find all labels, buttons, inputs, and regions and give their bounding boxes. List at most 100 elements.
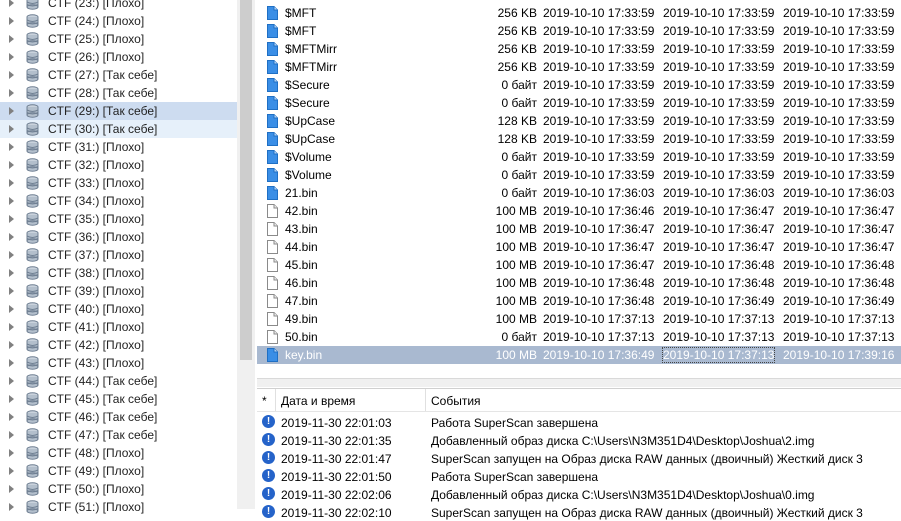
file-row[interactable]: 47.bin 100 MB 2019-10-10 17:36:48 2019-10-1… [257, 292, 901, 310]
tree-item-label: CTF (39:) [Плохо] [48, 284, 145, 298]
tree-item[interactable]: CTF (29:) [Так себе] [0, 102, 237, 120]
tree-item-label: CTF (25:) [Плохо] [48, 32, 145, 46]
tree-item[interactable]: CTF (25:) [Плохо] [0, 30, 237, 48]
expand-arrow-icon[interactable] [9, 305, 14, 313]
tree-item[interactable]: CTF (44:) [Так себе] [0, 372, 237, 390]
log-header-event[interactable]: События [431, 394, 481, 408]
tree-item[interactable]: CTF (42:) [Плохо] [0, 336, 237, 354]
file-row[interactable]: $Secure 0 байт 2019-10-10 17:33:59 2019-10-… [257, 76, 901, 94]
log-row[interactable]: ! 2019-11-30 22:01:47 SuperScan запущен на… [257, 449, 901, 467]
tree-item[interactable]: CTF (36:) [Плохо] [0, 228, 237, 246]
file-row[interactable]: $Volume 0 байт 2019-10-10 17:33:59 2019-10-… [257, 166, 901, 184]
tree-item[interactable]: CTF (23:) [Плохо] [0, 0, 237, 12]
expand-arrow-icon[interactable] [9, 71, 14, 79]
tree-item[interactable]: CTF (26:) [Плохо] [0, 48, 237, 66]
tree-item[interactable]: CTF (33:) [Плохо] [0, 174, 237, 192]
tree-item[interactable]: CTF (41:) [Плохо] [0, 318, 237, 336]
tree-item[interactable]: CTF (50:) [Плохо] [0, 480, 237, 498]
log-header-time[interactable]: Дата и время [281, 394, 355, 408]
pane-splitter[interactable] [257, 378, 901, 387]
expand-arrow-icon[interactable] [9, 53, 14, 61]
expand-arrow-icon[interactable] [9, 179, 14, 187]
file-row[interactable]: 42.bin 100 MB 2019-10-10 17:36:46 2019-10-1… [257, 202, 901, 220]
file-accessed: 2019-10-10 17:33:59 [783, 24, 895, 38]
file-modified: 2019-10-10 17:37:13 [663, 312, 775, 326]
disk-icon [26, 320, 39, 334]
file-row[interactable]: $UpCase 128 KB 2019-10-10 17:33:59 2019-10-… [257, 112, 901, 130]
tree-item-label: CTF (33:) [Плохо] [48, 176, 145, 190]
expand-arrow-icon[interactable] [9, 107, 14, 115]
log-row[interactable]: ! 2019-11-30 22:01:35 Добавленный образ ди… [257, 431, 901, 449]
expand-arrow-icon[interactable] [9, 35, 14, 43]
file-size: 100 MB [495, 348, 537, 362]
tree-item[interactable]: CTF (47:) [Так себе] [0, 426, 237, 444]
expand-arrow-icon[interactable] [9, 377, 14, 385]
tree-item[interactable]: CTF (45:) [Так себе] [0, 390, 237, 408]
file-row[interactable]: $MFT 256 KB 2019-10-10 17:33:59 2019-10-10 … [257, 22, 901, 40]
tree-item[interactable]: CTF (40:) [Плохо] [0, 300, 237, 318]
expand-arrow-icon[interactable] [9, 341, 14, 349]
file-row[interactable]: key.bin 100 MB 2019-10-10 17:36:49 2019-10-… [257, 346, 901, 364]
log-row[interactable]: ! 2019-11-30 22:02:10 SuperScan запущен на… [257, 503, 901, 521]
file-name: 44.bin [285, 240, 318, 254]
expand-arrow-icon[interactable] [9, 413, 14, 421]
disk-icon [26, 356, 39, 370]
expand-arrow-icon[interactable] [9, 431, 14, 439]
file-row[interactable]: $MFTMirr 256 KB 2019-10-10 17:33:59 2019-10… [257, 58, 901, 76]
expand-arrow-icon[interactable] [9, 233, 14, 241]
file-row[interactable]: $Volume 0 байт 2019-10-10 17:33:59 2019-10-… [257, 148, 901, 166]
file-row[interactable]: $UpCase 128 KB 2019-10-10 17:33:59 2019-10-… [257, 130, 901, 148]
log-header-marker[interactable]: * [262, 394, 267, 408]
expand-arrow-icon[interactable] [9, 395, 14, 403]
tree-scrollbar[interactable] [237, 0, 255, 509]
file-row[interactable]: 45.bin 100 MB 2019-10-10 17:36:47 2019-10-1… [257, 256, 901, 274]
tree-item[interactable]: CTF (49:) [Плохо] [0, 462, 237, 480]
tree-item[interactable]: CTF (30:) [Так себе] [0, 120, 237, 138]
file-row[interactable]: 21.bin 0 байт 2019-10-10 17:36:03 2019-10-1… [257, 184, 901, 202]
tree-item[interactable]: CTF (39:) [Плохо] [0, 282, 237, 300]
expand-arrow-icon[interactable] [9, 215, 14, 223]
expand-arrow-icon[interactable] [9, 161, 14, 169]
file-row[interactable]: $MFT 256 KB 2019-10-10 17:33:59 2019-10-10 … [257, 4, 901, 22]
tree-item[interactable]: CTF (32:) [Плохо] [0, 156, 237, 174]
file-row[interactable]: 49.bin 100 MB 2019-10-10 17:37:13 2019-10-1… [257, 310, 901, 328]
expand-arrow-icon[interactable] [9, 17, 14, 25]
tree-item[interactable]: CTF (43:) [Плохо] [0, 354, 237, 372]
expand-arrow-icon[interactable] [9, 251, 14, 259]
file-row[interactable]: 44.bin 100 MB 2019-10-10 17:36:47 2019-10-1… [257, 238, 901, 256]
tree-item[interactable]: CTF (37:) [Плохо] [0, 246, 237, 264]
tree-item[interactable]: CTF (24:) [Плохо] [0, 12, 237, 30]
expand-arrow-icon[interactable] [9, 0, 14, 7]
file-row[interactable]: 46.bin 100 MB 2019-10-10 17:36:48 2019-10-1… [257, 274, 901, 292]
expand-arrow-icon[interactable] [9, 503, 14, 511]
expand-arrow-icon[interactable] [9, 89, 14, 97]
tree-item[interactable]: CTF (28:) [Так себе] [0, 84, 237, 102]
file-row[interactable]: 50.bin 0 байт 2019-10-10 17:37:13 2019-10-1… [257, 328, 901, 346]
tree-item[interactable]: CTF (46:) [Так себе] [0, 408, 237, 426]
tree-item[interactable]: CTF (27:) [Так себе] [0, 66, 237, 84]
log-row[interactable]: ! 2019-11-30 22:01:50 Работа SuperScan зав… [257, 467, 901, 485]
expand-arrow-icon[interactable] [9, 269, 14, 277]
expand-arrow-icon[interactable] [9, 143, 14, 151]
expand-arrow-icon[interactable] [9, 449, 14, 457]
tree-item[interactable]: CTF (51:) [Плохо] [0, 498, 237, 516]
expand-arrow-icon[interactable] [9, 197, 14, 205]
tree-scrollbar-thumb[interactable] [240, 0, 252, 360]
expand-arrow-icon[interactable] [9, 125, 14, 133]
log-row[interactable]: ! 2019-11-30 22:02:06 Добавленный образ ди… [257, 485, 901, 503]
tree-item[interactable]: CTF (48:) [Плохо] [0, 444, 237, 462]
file-row[interactable]: $Secure 0 байт 2019-10-10 17:33:59 2019-10-… [257, 94, 901, 112]
tree-item[interactable]: CTF (31:) [Плохо] [0, 138, 237, 156]
tree-item[interactable]: CTF (34:) [Плохо] [0, 192, 237, 210]
expand-arrow-icon[interactable] [9, 359, 14, 367]
expand-arrow-icon[interactable] [9, 485, 14, 493]
file-row[interactable]: $MFTMirr 256 KB 2019-10-10 17:33:59 2019-10… [257, 40, 901, 58]
expand-arrow-icon[interactable] [9, 467, 14, 475]
tree-item[interactable]: CTF (38:) [Плохо] [0, 264, 237, 282]
expand-arrow-icon[interactable] [9, 323, 14, 331]
file-row[interactable]: 43.bin 100 MB 2019-10-10 17:36:47 2019-10-1… [257, 220, 901, 238]
tree-item[interactable]: CTF (35:) [Плохо] [0, 210, 237, 228]
expand-arrow-icon[interactable] [9, 287, 14, 295]
disk-icon [26, 410, 39, 424]
log-row[interactable]: ! 2019-11-30 22:01:03 Работа SuperScan зав… [257, 413, 901, 431]
